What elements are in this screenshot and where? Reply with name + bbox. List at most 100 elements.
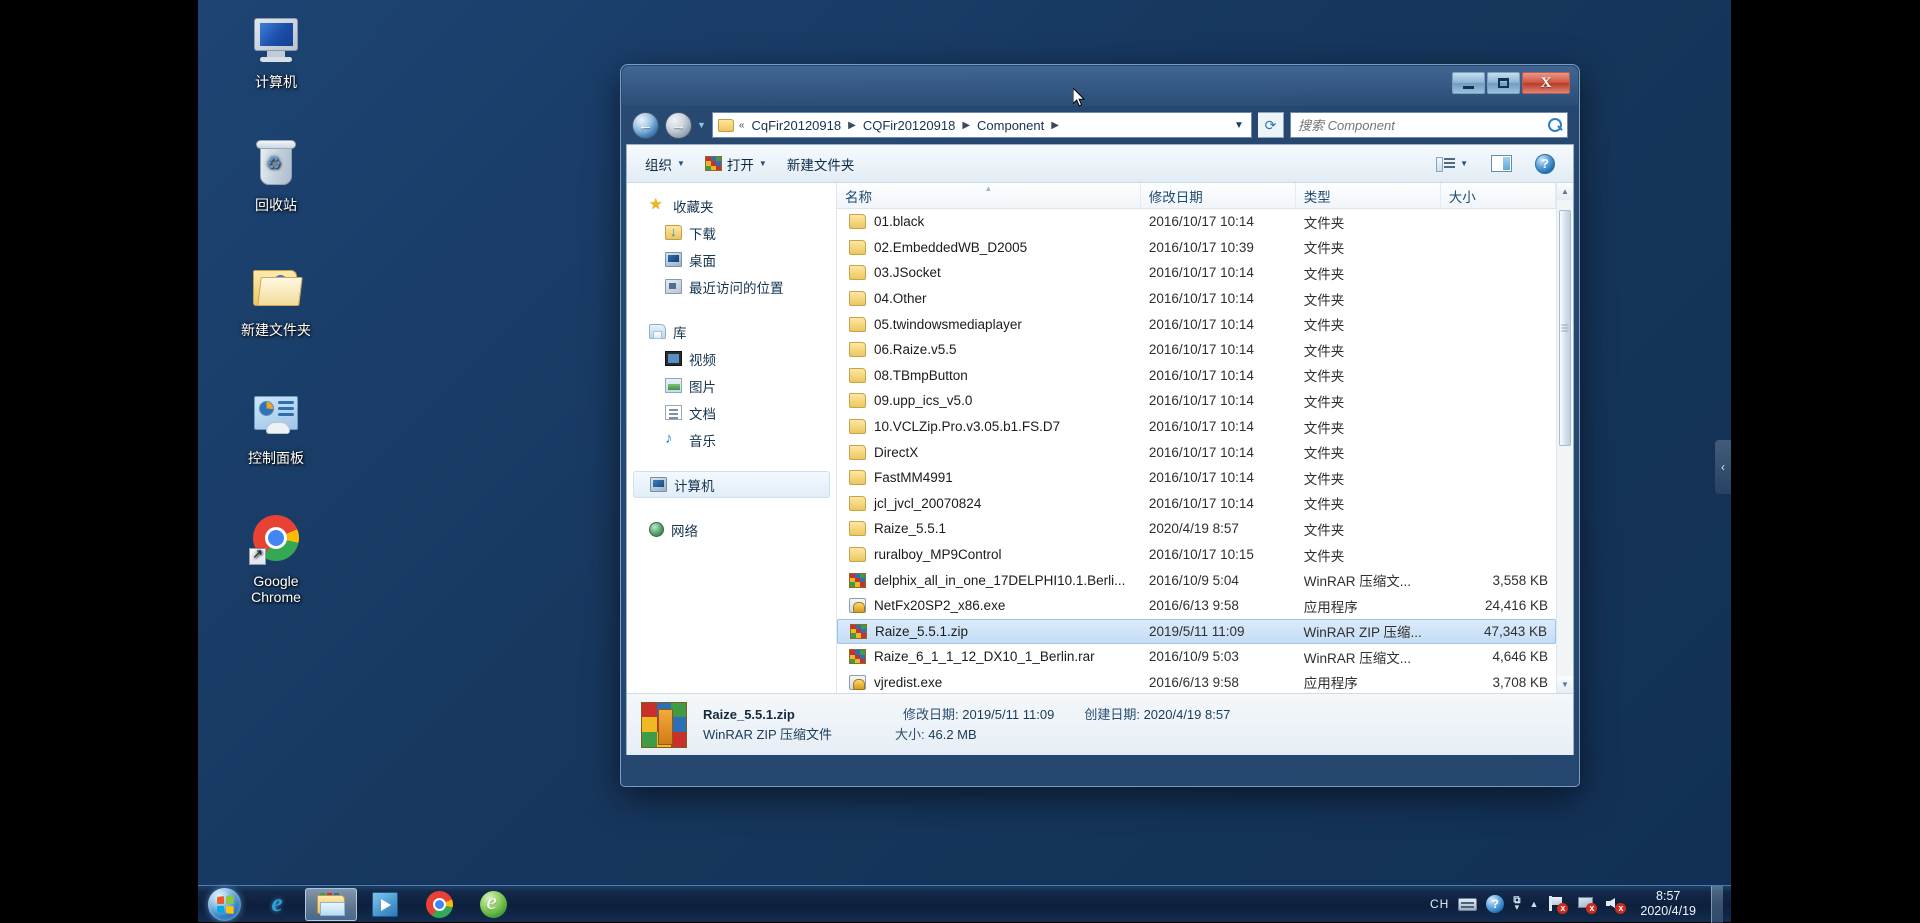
- open-button[interactable]: 打开 ▼: [695, 148, 777, 180]
- show-desktop-button[interactable]: [1711, 886, 1723, 923]
- volume-muted-icon[interactable]: x: [1605, 895, 1625, 913]
- table-row[interactable]: Raize_6_1_1_12_DX10_1_Berlin.rar2016/10/…: [837, 644, 1556, 670]
- window-title-bar[interactable]: X: [622, 66, 1578, 106]
- table-row[interactable]: DirectX2016/10/17 10:14文件夹: [837, 439, 1556, 465]
- table-row[interactable]: FastMM49912016/10/17 10:14文件夹: [837, 465, 1556, 491]
- taskbar-item-green-browser[interactable]: [467, 888, 519, 921]
- nav-item-desktop[interactable]: 桌面: [627, 246, 836, 273]
- nav-item-computer[interactable]: 计算机: [633, 471, 830, 498]
- desktop-icon-computer[interactable]: 计算机: [220, 14, 332, 90]
- table-row[interactable]: 03.JSocket2016/10/17 10:14文件夹: [837, 260, 1556, 286]
- table-row[interactable]: vjredist.exe2016/6/13 9:58应用程序3,708 KB: [837, 670, 1556, 693]
- breadcrumb-prefix[interactable]: «: [739, 120, 745, 131]
- breadcrumb[interactable]: « CqFir20120918 ▶ CQFir20120918 ▶ Compon…: [712, 112, 1252, 138]
- start-button[interactable]: [198, 886, 250, 923]
- taskbar-item-internet-explorer[interactable]: e: [251, 888, 303, 921]
- help-icon[interactable]: ?: [1486, 895, 1504, 913]
- search-box[interactable]: [1290, 112, 1568, 138]
- table-row[interactable]: Raize_5.5.1.zip2019/5/11 11:09WinRAR ZIP…: [837, 619, 1556, 645]
- desktop-icon-google-chrome[interactable]: Google Chrome: [220, 513, 332, 605]
- nav-item-downloads[interactable]: 下载: [627, 219, 836, 246]
- column-header-type[interactable]: 类型: [1296, 183, 1441, 208]
- desktop-icon-new-folder[interactable]: 新建文件夹: [220, 262, 332, 338]
- vertical-scrollbar[interactable]: ▲ ▼: [1556, 183, 1573, 693]
- table-row[interactable]: 10.VCLZip.Pro.v3.05.b1.FS.D72016/10/17 1…: [837, 414, 1556, 440]
- action-center-icon[interactable]: x: [1547, 895, 1567, 913]
- file-name: 06.Raize.v5.5: [874, 342, 957, 357]
- forward-button[interactable]: →: [665, 112, 692, 139]
- clock[interactable]: 8:57 2020/4/19: [1634, 889, 1696, 919]
- table-row[interactable]: 05.twindowsmediaplayer2016/10/17 10:14文件…: [837, 311, 1556, 337]
- desktop-icon-control-panel[interactable]: 控制面板: [220, 390, 332, 466]
- file-rows[interactable]: 01.black2016/10/17 10:14文件夹02.EmbeddedWB…: [837, 209, 1556, 693]
- table-row[interactable]: 09.upp_ics_v5.02016/10/17 10:14文件夹: [837, 388, 1556, 414]
- scrollbar-thumb[interactable]: [1559, 210, 1571, 446]
- scroll-down-button[interactable]: ▼: [1557, 676, 1573, 693]
- back-button[interactable]: ←: [632, 112, 659, 139]
- nav-item-pictures[interactable]: 图片: [627, 372, 836, 399]
- breadcrumb-separator[interactable]: ▶: [1051, 120, 1059, 131]
- table-row[interactable]: Raize_5.5.12020/4/19 8:57文件夹: [837, 516, 1556, 542]
- table-row[interactable]: delphix_all_in_one_17DELPHI10.1.Berli...…: [837, 567, 1556, 593]
- minimize-button[interactable]: [1452, 72, 1485, 94]
- nav-item-recent-places[interactable]: 最近访问的位置: [627, 273, 836, 300]
- nav-item-videos[interactable]: 视频: [627, 345, 836, 372]
- clock-time: 8:57: [1640, 889, 1696, 904]
- breadcrumb-separator[interactable]: ▶: [962, 120, 970, 131]
- scrollbar-track[interactable]: [1557, 200, 1573, 676]
- column-header-date[interactable]: 修改日期: [1141, 183, 1296, 208]
- help-button[interactable]: ?: [1525, 148, 1565, 180]
- sidebar-edge-handle[interactable]: ‹: [1715, 440, 1731, 494]
- window-controls: X: [1452, 72, 1570, 94]
- chevron-down-icon[interactable]: ▼: [1229, 120, 1249, 131]
- table-row[interactable]: 02.EmbeddedWB_D20052016/10/17 10:39文件夹: [837, 235, 1556, 261]
- column-header-size[interactable]: 大小: [1441, 183, 1556, 208]
- maximize-button[interactable]: [1487, 72, 1520, 94]
- recent-pages-button[interactable]: ▼: [697, 120, 706, 130]
- organize-button[interactable]: 组织 ▼: [635, 148, 695, 180]
- table-row[interactable]: ruralboy_MP9Control2016/10/17 10:15文件夹: [837, 542, 1556, 568]
- taskbar-item-google-chrome[interactable]: [413, 888, 465, 921]
- preview-pane-button[interactable]: [1481, 149, 1522, 178]
- table-row[interactable]: 01.black2016/10/17 10:14文件夹: [837, 209, 1556, 235]
- change-view-button[interactable]: ▼: [1426, 150, 1478, 177]
- nav-item-documents[interactable]: 文档: [627, 399, 836, 426]
- breadcrumb-segment-3[interactable]: Component: [973, 116, 1048, 135]
- table-row[interactable]: 06.Raize.v5.52016/10/17 10:14文件夹: [837, 337, 1556, 363]
- file-list-pane[interactable]: ▲ 名称 修改日期 类型 大小 01.black2016/10/: [837, 183, 1556, 693]
- file-name: FastMM4991: [874, 470, 953, 485]
- scroll-up-button[interactable]: ▲: [1557, 183, 1573, 200]
- nav-item-favorites[interactable]: ★ 收藏夹: [627, 192, 836, 219]
- breadcrumb-segment-1[interactable]: CqFir20120918: [747, 116, 845, 135]
- search-input[interactable]: [1296, 117, 1548, 134]
- table-row[interactable]: 04.Other2016/10/17 10:14文件夹: [837, 286, 1556, 312]
- keyboard-icon[interactable]: [1458, 898, 1477, 911]
- taskbar[interactable]: e CH ? ⧉▾ ▲ x x x 8:57 2020/4/19: [198, 885, 1731, 922]
- new-folder-button[interactable]: 新建文件夹: [777, 148, 865, 180]
- winrar-archive-icon: [849, 649, 866, 664]
- navigation-pane[interactable]: ★ 收藏夹 下载 桌面 最近访问的位置: [627, 183, 837, 693]
- toolbar-right-group: ▼ ?: [1426, 148, 1565, 180]
- file-name: 09.upp_ics_v5.0: [874, 393, 972, 408]
- desktop-icon-recycle-bin[interactable]: ♻ 回收站: [220, 137, 332, 213]
- breadcrumb-separator[interactable]: ▶: [848, 120, 856, 131]
- taskbar-item-windows-explorer[interactable]: [305, 888, 357, 921]
- input-method-indicator[interactable]: CH: [1430, 897, 1449, 911]
- table-row[interactable]: jcl_jvcl_200708242016/10/17 10:14文件夹: [837, 491, 1556, 517]
- table-row[interactable]: NetFx20SP2_x86.exe2016/6/13 9:58应用程序24,4…: [837, 593, 1556, 619]
- ime-toggle-icon[interactable]: ⧉▾: [1513, 897, 1520, 911]
- network-icon[interactable]: x: [1576, 895, 1596, 913]
- file-explorer-window[interactable]: X ← → ▼ « CqFir20120918 ▶ CQFir20120918 …: [620, 64, 1580, 787]
- nav-item-music[interactable]: ♪ 音乐: [627, 426, 836, 453]
- close-button[interactable]: X: [1522, 72, 1570, 94]
- desktop[interactable]: 计算机 ♻ 回收站 新建文件夹 控制面板 Google Chrome: [198, 0, 1731, 885]
- taskbar-item-windows-media-player[interactable]: [359, 888, 411, 921]
- nav-item-network[interactable]: 网络: [627, 516, 836, 543]
- refresh-button[interactable]: ⟳: [1258, 112, 1284, 138]
- nav-item-libraries[interactable]: 库: [627, 318, 836, 345]
- cell-name: 08.TBmpButton: [837, 368, 1141, 383]
- breadcrumb-segment-2[interactable]: CQFir20120918: [859, 116, 960, 135]
- column-header-name[interactable]: ▲ 名称: [837, 183, 1141, 208]
- show-hidden-icons-icon[interactable]: ▲: [1529, 899, 1538, 909]
- table-row[interactable]: 08.TBmpButton2016/10/17 10:14文件夹: [837, 363, 1556, 389]
